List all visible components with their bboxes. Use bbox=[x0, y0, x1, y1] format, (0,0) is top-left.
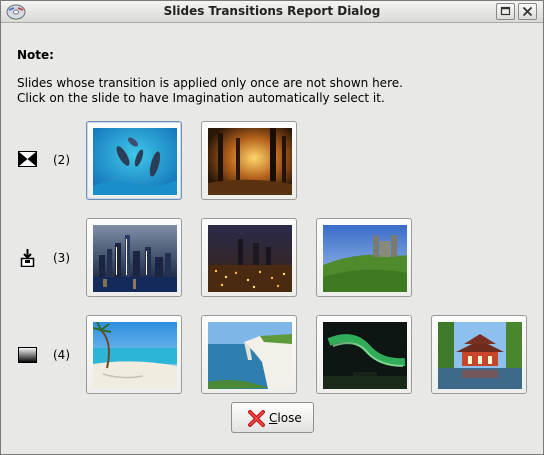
sea-cliffs-image bbox=[208, 322, 292, 389]
row-count: (3) bbox=[53, 251, 70, 265]
city-skyline-night-image bbox=[93, 225, 177, 292]
slide-in-transition-icon bbox=[18, 249, 37, 268]
slide-thumbnail[interactable] bbox=[201, 315, 297, 394]
row-count: (4) bbox=[53, 348, 70, 362]
slide-thumbnail[interactable] bbox=[86, 121, 182, 200]
slide-thumbnail[interactable] bbox=[201, 121, 297, 200]
maximize-icon[interactable] bbox=[496, 3, 515, 20]
sunlit-forest-image bbox=[208, 128, 292, 195]
title-bar[interactable]: Slides Transitions Report Dialog bbox=[1, 1, 543, 23]
slide-thumbnail[interactable] bbox=[86, 218, 182, 297]
slide-thumbnail[interactable] bbox=[201, 218, 297, 297]
red-x-icon bbox=[248, 410, 265, 430]
castle-hill-image bbox=[323, 225, 407, 292]
underwater-dolphins-image bbox=[93, 128, 177, 195]
japanese-temple-image bbox=[438, 322, 522, 389]
note-line-1: Slides whose transition is applied only … bbox=[17, 76, 403, 90]
slide-thumbnail[interactable] bbox=[86, 315, 182, 394]
close-icon[interactable] bbox=[518, 3, 537, 20]
aurora-night-sky-image bbox=[323, 322, 407, 389]
close-button-label: Close bbox=[269, 411, 302, 425]
window-title: Slides Transitions Report Dialog bbox=[163, 4, 381, 18]
slide-thumbnail[interactable] bbox=[431, 315, 527, 394]
slides-transitions-report-dialog: Slides Transitions Report Dialog Note: S… bbox=[0, 0, 544, 455]
cross-fade-transition-icon bbox=[18, 151, 37, 167]
note-heading: Note: bbox=[17, 48, 54, 62]
close-button[interactable]: Close bbox=[231, 402, 314, 433]
row-count: (2) bbox=[53, 153, 70, 167]
slide-thumbnail[interactable] bbox=[316, 218, 412, 297]
note-line-2: Click on the slide to have Imagination a… bbox=[17, 91, 385, 105]
wipe-gradient-transition-icon bbox=[18, 347, 37, 363]
slide-thumbnail[interactable] bbox=[316, 315, 412, 394]
tropical-beach-image bbox=[93, 322, 177, 389]
city-lights-night-image bbox=[208, 225, 292, 292]
